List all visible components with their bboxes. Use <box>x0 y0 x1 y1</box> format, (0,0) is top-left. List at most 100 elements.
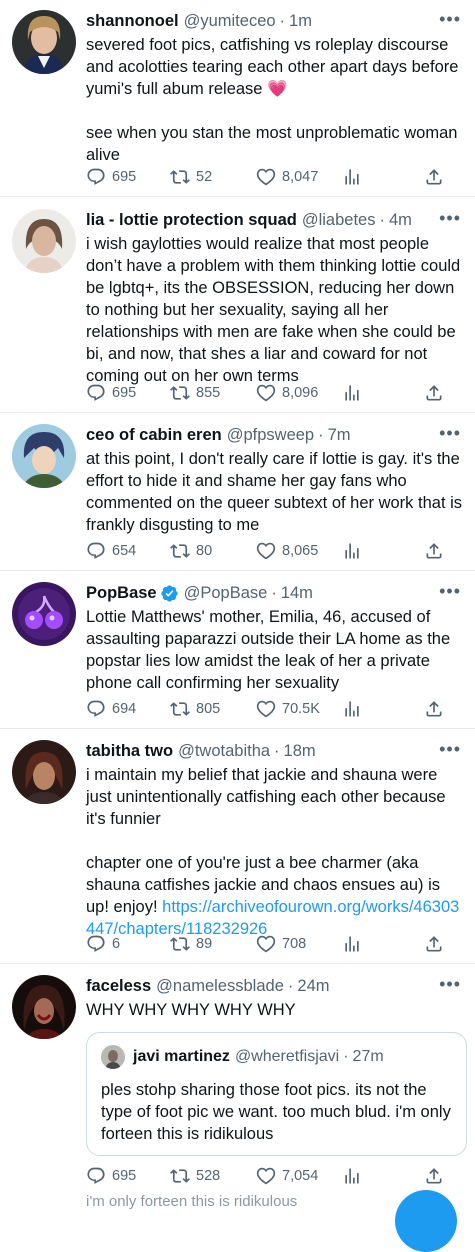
stats-icon <box>342 383 362 403</box>
like-count: 8,065 <box>282 543 319 559</box>
share-button[interactable] <box>424 934 450 954</box>
next-tweet-preview: i'm only forteen this is ridikulous <box>86 1193 298 1210</box>
timestamp[interactable]: 4m <box>389 209 412 231</box>
tweet[interactable]: ••• lia - lottie protection squad @liabet… <box>0 197 475 413</box>
tweet-text: severed foot pics, catfishing vs rolepla… <box>86 36 459 164</box>
reply-count: 695 <box>112 385 137 401</box>
stats-button[interactable] <box>342 1166 368 1186</box>
retweet-button[interactable]: 80 <box>170 541 212 561</box>
share-icon <box>424 699 444 719</box>
stats-button[interactable] <box>342 167 368 187</box>
avatar[interactable] <box>12 10 76 74</box>
retweet-button[interactable]: 52 <box>170 167 212 187</box>
timestamp[interactable]: 14m <box>281 582 313 604</box>
author-handle[interactable]: @yumiteceo <box>184 10 276 32</box>
retweet-icon <box>170 167 190 187</box>
author-name[interactable]: tabitha two <box>86 740 173 762</box>
like-button[interactable]: 70.5K <box>256 699 320 719</box>
author-handle[interactable]: @twotabitha <box>178 740 270 762</box>
retweet-button[interactable]: 89 <box>170 934 212 954</box>
like-button[interactable]: 8,047 <box>256 167 318 187</box>
avatar[interactable] <box>12 740 76 804</box>
like-button[interactable]: 708 <box>256 934 306 954</box>
like-button[interactable]: 7,054 <box>256 1166 318 1186</box>
author-name[interactable]: lia - lottie protection squad <box>86 209 297 231</box>
quoted-text: ples stohp sharing those foot pics. its … <box>101 1081 451 1143</box>
retweet-icon <box>170 934 190 954</box>
reply-count: 695 <box>112 1168 137 1184</box>
heart-icon <box>256 1166 276 1186</box>
compose-button[interactable] <box>395 1190 457 1252</box>
timestamp[interactable]: 18m <box>284 740 316 762</box>
stats-button[interactable] <box>342 541 368 561</box>
like-count: 8,096 <box>282 385 319 401</box>
share-button[interactable] <box>424 541 450 561</box>
reply-button[interactable]: 6 <box>86 934 120 954</box>
reply-icon <box>86 1166 106 1186</box>
retweet-count: 855 <box>196 385 221 401</box>
stats-button[interactable] <box>342 383 368 403</box>
retweet-icon <box>170 383 190 403</box>
reply-icon <box>86 934 106 954</box>
like-button[interactable]: 8,096 <box>256 383 318 403</box>
like-count: 70.5K <box>282 701 320 717</box>
avatar[interactable] <box>12 582 76 646</box>
avatar[interactable] <box>12 209 76 273</box>
like-count: 8,047 <box>282 169 319 185</box>
reply-count: 695 <box>112 169 137 185</box>
like-count: 7,054 <box>282 1168 319 1184</box>
heart-icon <box>256 541 276 561</box>
author-handle[interactable]: @pfpsweep <box>227 424 314 446</box>
tweet[interactable]: ••• tabitha two @twotabitha · 18m i maintai… <box>0 729 475 964</box>
reply-button[interactable]: 695 <box>86 167 136 187</box>
author-name[interactable]: ceo of cabin eren <box>86 424 222 446</box>
timestamp[interactable]: 7m <box>328 424 351 446</box>
author-name[interactable]: shannonoel <box>86 10 179 32</box>
stats-button[interactable] <box>342 699 368 719</box>
reply-icon <box>86 541 106 561</box>
reply-icon <box>86 383 106 403</box>
author-handle[interactable]: @namelessblade <box>156 975 284 997</box>
tweet-text: Lottie Matthews' mother, Emilia, 46, acc… <box>86 608 451 692</box>
quoted-tweet[interactable]: javi martinez @wheretfisjavi · 27m ples sto… <box>86 1032 467 1156</box>
tweet[interactable]: ••• shannonoel @yumiteceo · 1m severed foot… <box>0 0 475 197</box>
reply-count: 694 <box>112 701 137 717</box>
reply-button[interactable]: 694 <box>86 699 136 719</box>
author-name[interactable]: faceless <box>86 975 151 997</box>
like-button[interactable]: 8,065 <box>256 541 318 561</box>
share-icon <box>424 541 444 561</box>
share-button[interactable] <box>424 167 450 187</box>
retweet-count: 52 <box>196 169 213 185</box>
reply-button[interactable]: 654 <box>86 541 136 561</box>
tweet-text: i wish gaylotties would realize that mos… <box>86 235 461 385</box>
retweet-count: 805 <box>196 701 221 717</box>
tweet[interactable]: ••• ceo of cabin eren @pfpsweep · 7m at thi… <box>0 413 475 571</box>
share-button[interactable] <box>424 699 450 719</box>
author-handle[interactable]: @PopBase <box>184 582 268 604</box>
tweet-text: WHY WHY WHY WHY WHY <box>86 1001 296 1019</box>
like-count: 708 <box>282 936 307 952</box>
quoted-author-name: javi martinez <box>133 1048 230 1065</box>
retweet-button[interactable]: 855 <box>170 383 220 403</box>
tweet[interactable]: ••• PopBase @PopBase · 14m Lottie Matthews'… <box>0 571 475 729</box>
reply-button[interactable]: 695 <box>86 1166 136 1186</box>
reply-count: 6 <box>112 936 121 952</box>
author-name[interactable]: PopBase <box>86 582 157 604</box>
quoted-timestamp: 27m <box>352 1048 384 1065</box>
retweet-button[interactable]: 528 <box>170 1166 220 1186</box>
share-icon <box>424 1166 444 1186</box>
tweet[interactable]: ••• faceless @namelessblade · 24m WHY WHY W… <box>0 964 475 1200</box>
tweet-actions: 695 528 7,054 <box>86 1164 446 1188</box>
retweet-icon <box>170 541 190 561</box>
stats-button[interactable] <box>342 934 368 954</box>
share-icon <box>424 167 444 187</box>
share-button[interactable] <box>424 383 450 403</box>
author-handle[interactable]: @liabetes <box>302 209 376 231</box>
timestamp[interactable]: 1m <box>289 10 312 32</box>
avatar[interactable] <box>12 424 76 488</box>
avatar[interactable] <box>12 975 76 1039</box>
reply-button[interactable]: 695 <box>86 383 136 403</box>
retweet-button[interactable]: 805 <box>170 699 220 719</box>
share-button[interactable] <box>424 1166 450 1186</box>
timestamp[interactable]: 24m <box>297 975 329 997</box>
